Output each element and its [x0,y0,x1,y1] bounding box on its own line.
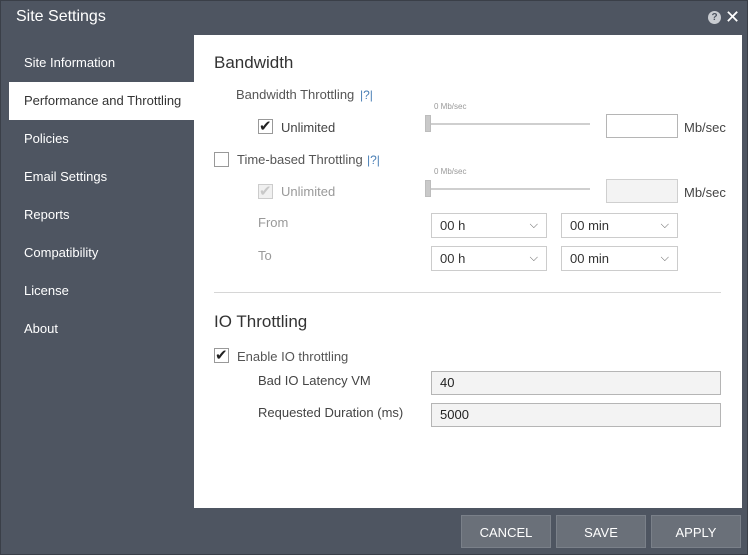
bandwidth-unit: Mb/sec [684,120,726,135]
site-settings-dialog: Site Settings ? ✕ Site Information Perfo… [0,0,748,555]
enable-io-throttling-checkbox[interactable] [214,346,229,364]
cancel-button[interactable]: CANCEL [461,515,551,548]
close-icon[interactable]: ✕ [725,8,740,26]
from-hour-select[interactable]: 00 h ⌵ [431,213,547,238]
from-label: From [258,215,289,230]
settings-panel: Bandwidth Bandwidth Throttling |?| Unlim… [194,35,742,508]
sidebar-item-site-information[interactable]: Site Information [9,44,194,82]
to-minute-value: 00 min [570,251,610,266]
bandwidth-slider-caption: 0 Mb/sec [434,102,467,111]
bandwidth-unlimited-label: Unlimited [281,120,336,135]
to-label: To [258,248,272,263]
sidebar: Site Information Performance and Throttl… [9,35,194,508]
time-based-slider-caption: 0 Mb/sec [434,167,467,176]
bandwidth-value-input[interactable] [606,114,678,138]
title-bar: Site Settings ? ✕ [1,1,747,35]
sidebar-item-performance-and-throttling[interactable]: Performance and Throttling [9,82,194,120]
to-hour-select[interactable]: 00 h ⌵ [431,246,547,271]
bandwidth-heading: Bandwidth [214,53,294,72]
apply-button[interactable]: APPLY [651,515,741,548]
help-icon[interactable]: ? [708,11,721,24]
time-based-value-input[interactable] [606,179,678,203]
time-based-unlimited-label: Unlimited [281,184,336,199]
time-based-unit: Mb/sec [684,185,726,200]
from-minute-select[interactable]: 00 min ⌵ [561,213,678,238]
time-based-unlimited-checkbox[interactable] [258,182,273,200]
sidebar-item-license[interactable]: License [9,272,194,310]
section-divider [214,292,721,293]
save-button[interactable]: SAVE [556,515,646,548]
time-based-slider-thumb[interactable] [425,180,431,197]
sidebar-item-compatibility[interactable]: Compatibility [9,234,194,272]
bandwidth-slider-thumb[interactable] [425,115,431,132]
enable-io-throttling-label: Enable IO throttling [237,349,349,364]
chevron-down-icon: ⌵ [660,252,669,264]
bandwidth-help-link[interactable]: |?| [360,88,373,102]
chevron-down-icon: ⌵ [529,252,538,264]
bandwidth-throttling-label: Bandwidth Throttling [236,87,355,102]
bad-io-latency-label: Bad IO Latency VM [258,373,371,388]
time-based-help-link[interactable]: |?| [367,153,380,167]
from-hour-value: 00 h [440,218,466,233]
chevron-down-icon: ⌵ [660,219,669,231]
to-hour-value: 00 h [440,251,466,266]
dialog-title: Site Settings [16,8,106,25]
sidebar-item-reports[interactable]: Reports [9,196,194,234]
bad-io-latency-input[interactable]: 40 [431,371,721,395]
bandwidth-unlimited-checkbox[interactable] [258,117,273,135]
io-throttling-heading: IO Throttling [214,312,308,331]
chevron-down-icon: ⌵ [529,219,538,231]
sidebar-item-policies[interactable]: Policies [9,120,194,158]
sidebar-item-email-settings[interactable]: Email Settings [9,158,194,196]
sidebar-item-about[interactable]: About [9,310,194,348]
time-based-slider-track[interactable] [427,188,590,190]
bandwidth-slider-track[interactable] [427,123,590,125]
time-based-throttling-label: Time-based Throttling [237,152,363,167]
time-based-throttling-checkbox[interactable] [214,152,229,167]
from-minute-value: 00 min [570,218,610,233]
requested-duration-label: Requested Duration (ms) [258,405,404,420]
to-minute-select[interactable]: 00 min ⌵ [561,246,678,271]
requested-duration-input[interactable]: 5000 [431,403,721,427]
